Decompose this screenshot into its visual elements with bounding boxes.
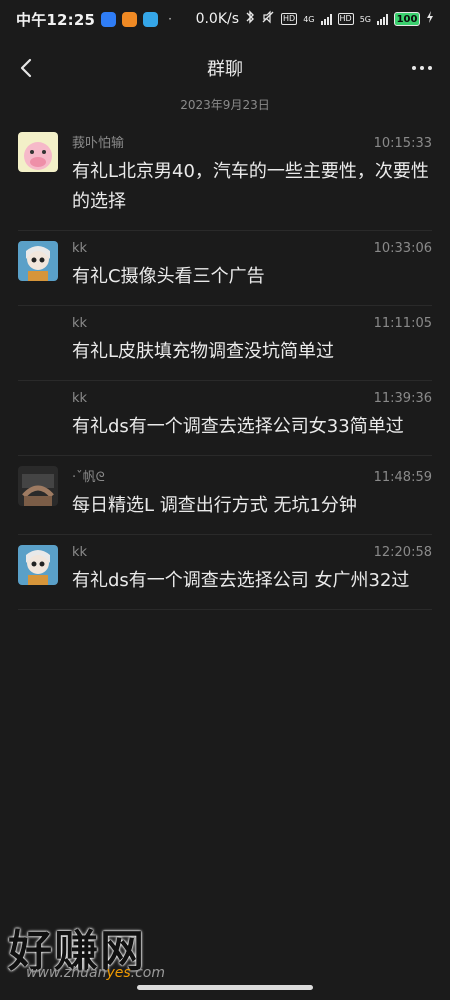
watermark-url-prefix: www.zhuan bbox=[26, 965, 107, 981]
message-list: 莪卟怕输 10:15:33 有礼L北京男40，汽车的一些主要性，次要性的选择 k… bbox=[0, 122, 450, 610]
avatar[interactable] bbox=[18, 132, 58, 172]
home-indicator[interactable] bbox=[137, 985, 313, 990]
status-bar: 中午12:25 · 0.0K/s HD 4G HD 5G 100 bbox=[0, 0, 450, 38]
car-avatar-icon bbox=[18, 466, 58, 506]
avatar[interactable] bbox=[18, 466, 58, 506]
message-time: 11:39:36 bbox=[373, 391, 432, 406]
girl-avatar-icon bbox=[18, 545, 58, 585]
watermark-url-highlight: yes bbox=[106, 965, 131, 981]
pink-cartoon-avatar-icon bbox=[18, 132, 58, 172]
back-arrow-icon bbox=[20, 58, 32, 78]
message-item[interactable]: kk 10:33:06 有礼C摄像头看三个广告 bbox=[0, 231, 450, 306]
more-dot-icon bbox=[428, 66, 432, 70]
status-time: 中午12:25 bbox=[16, 10, 96, 29]
status-right: 0.0K/s HD 4G HD 5G 100 bbox=[196, 10, 434, 28]
signal-icon bbox=[377, 13, 388, 25]
message-item[interactable]: 莪卟怕输 10:15:33 有礼L北京男40，汽车的一些主要性，次要性的选择 bbox=[0, 122, 450, 231]
message-content: 有礼L皮肤填充物调查没坑简单过 bbox=[72, 341, 335, 362]
message-time: 11:48:59 bbox=[373, 470, 432, 485]
sender-name: kk bbox=[72, 241, 88, 256]
bluetooth-icon bbox=[245, 10, 255, 28]
message-time: 11:11:05 bbox=[373, 316, 432, 331]
girl-avatar-icon bbox=[18, 241, 58, 281]
message-item[interactable]: kk 11:39:36 有礼ds有一个调查去选择公司女33简单过 bbox=[0, 381, 450, 456]
sender-name: ·ˇ帆ᘓ bbox=[72, 470, 105, 485]
app-notification-icon bbox=[122, 11, 138, 27]
network-type-5g: 5G bbox=[359, 14, 371, 24]
charging-icon bbox=[426, 10, 434, 28]
watermark-url: www.zhuanyes.com bbox=[26, 965, 165, 981]
avatar[interactable] bbox=[18, 241, 58, 281]
page-title: 群聊 bbox=[207, 59, 243, 80]
message-time: 10:15:33 bbox=[373, 136, 432, 151]
message-time: 12:20:58 bbox=[373, 545, 432, 560]
message-content: 有礼ds有一个调查去选择公司 女广州32过 bbox=[72, 570, 410, 591]
date-divider: 2023年9月23日 bbox=[180, 98, 270, 112]
back-button[interactable] bbox=[14, 56, 38, 80]
battery-icon: 100 bbox=[394, 12, 420, 26]
sender-name: 莪卟怕输 bbox=[72, 136, 125, 151]
chat-header: 群聊 bbox=[0, 44, 450, 92]
status-left: 中午12:25 · bbox=[16, 9, 172, 30]
message-item[interactable]: kk 12:20:58 有礼ds有一个调查去选择公司 女广州32过 bbox=[0, 535, 450, 610]
network-speed: 0.0K/s bbox=[195, 11, 240, 27]
message-item[interactable]: ·ˇ帆ᘓ 11:48:59 每日精选L 调查出行方式 无坑1分钟 bbox=[0, 456, 450, 535]
hd-icon: HD bbox=[281, 13, 298, 25]
sender-name: kk bbox=[72, 316, 88, 331]
hd-icon: HD bbox=[337, 13, 354, 25]
message-content: 每日精选L 调查出行方式 无坑1分钟 bbox=[72, 495, 357, 516]
app-notification-icon bbox=[101, 11, 117, 27]
app-notification-icon bbox=[143, 11, 159, 27]
watermark-url-suffix: .com bbox=[130, 965, 166, 981]
more-dot-icon bbox=[420, 66, 424, 70]
message-item[interactable]: kk 11:11:05 有礼L皮肤填充物调查没坑简单过 bbox=[0, 306, 450, 381]
sender-name: kk bbox=[72, 391, 88, 406]
more-options-button[interactable] bbox=[412, 56, 432, 80]
message-content: 有礼L北京男40，汽车的一些主要性，次要性的选择 bbox=[72, 161, 429, 212]
message-content: 有礼ds有一个调查去选择公司女33简单过 bbox=[72, 416, 404, 437]
message-time: 10:33:06 bbox=[373, 241, 432, 256]
signal-icon bbox=[320, 13, 332, 25]
silent-icon bbox=[261, 10, 275, 28]
more-notifications-dot: · bbox=[168, 12, 172, 26]
avatar[interactable] bbox=[18, 545, 58, 585]
network-type-4g: 4G bbox=[303, 14, 315, 24]
more-dot-icon bbox=[412, 66, 416, 70]
sender-name: kk bbox=[72, 545, 88, 560]
message-content: 有礼C摄像头看三个广告 bbox=[72, 266, 265, 287]
